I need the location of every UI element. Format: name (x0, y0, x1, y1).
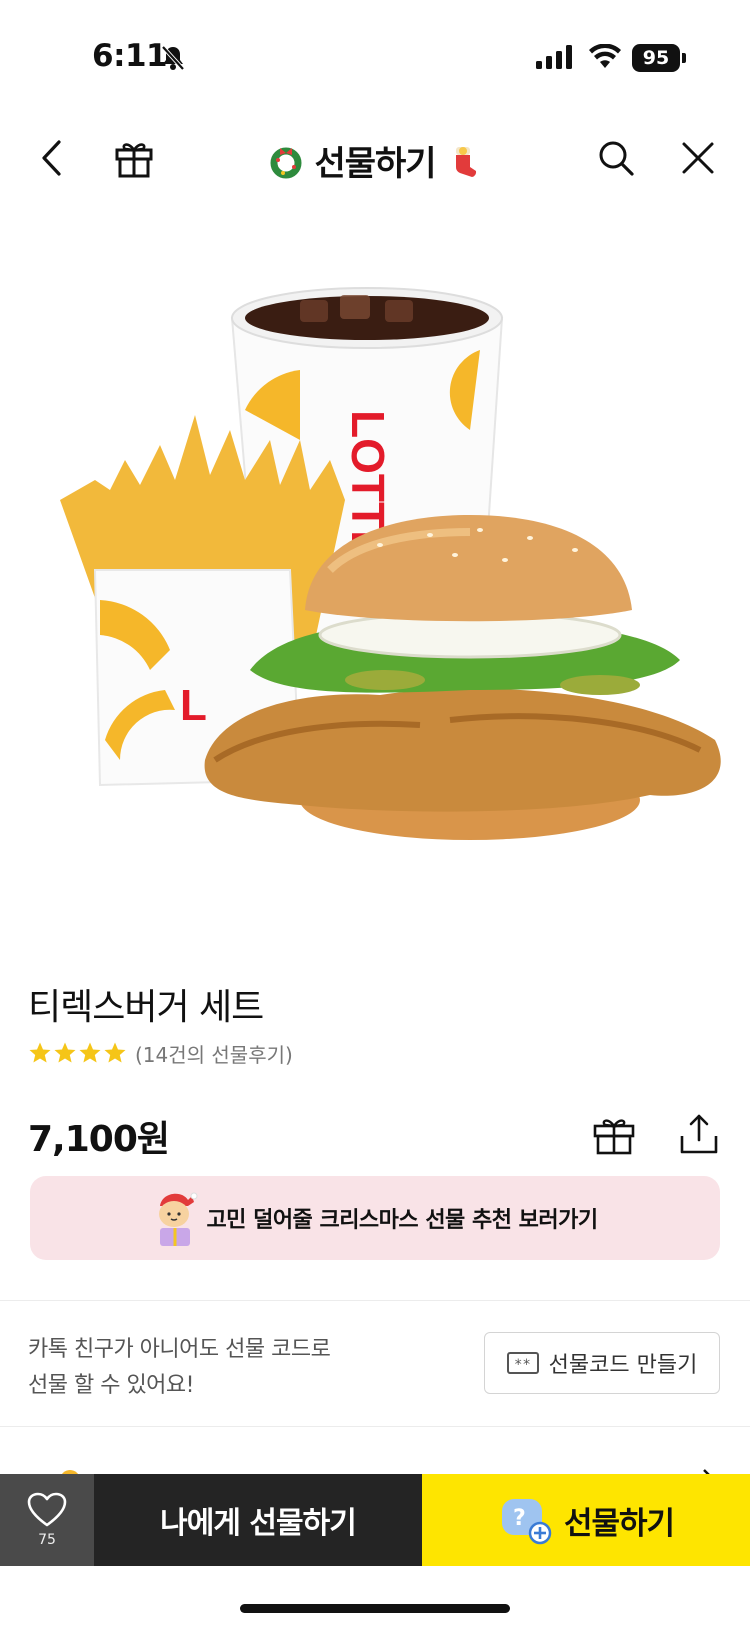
santa-character-icon (159, 1192, 198, 1246)
gift-to-self-button[interactable]: 나에게 선물하기 (94, 1474, 422, 1566)
status-time: 6:11 (92, 38, 168, 74)
wishlist-count: 75 (38, 1532, 56, 1548)
battery-nub (682, 53, 686, 63)
status-bar: 6:11 95 (0, 0, 750, 110)
close-icon (682, 142, 714, 174)
gift-wrap-button[interactable] (592, 1112, 636, 1160)
home-indicator[interactable] (240, 1604, 510, 1613)
section-divider (0, 1426, 750, 1427)
close-button[interactable] (672, 132, 724, 184)
star-icon (79, 1042, 101, 1063)
gift-icon (593, 1119, 635, 1155)
create-gift-code-button[interactable]: ** 선물코드 만들기 (484, 1332, 720, 1394)
rating-stars (28, 1041, 127, 1065)
battery-indicator: 95 (632, 44, 680, 72)
send-gift-label: 선물하기 (563, 1505, 675, 1542)
page-title-text: 선물하기 (314, 144, 436, 184)
star-icon (104, 1042, 126, 1063)
promo-banner-text: 고민 덜어줄 크리스마스 선물 추천 보러가기 (206, 1208, 598, 1233)
wifi-icon (589, 44, 621, 68)
create-gift-code-label: 선물코드 만들기 (548, 1353, 698, 1378)
svg-text:L: L (180, 681, 207, 730)
section-divider (0, 1300, 750, 1301)
product-name: 티렉스버거 세트 (28, 987, 264, 1028)
review-count[interactable]: (14건의 선물후기) (135, 1039, 293, 1068)
burger-set-illustration: LOTTE L (60, 287, 721, 840)
bell-muted-icon (161, 45, 185, 71)
cellular-signal-icon (536, 45, 572, 69)
product-price: 7,100원 (28, 1119, 170, 1160)
wreath-icon (270, 147, 302, 178)
svg-text:**: ** (514, 1357, 531, 1373)
send-gift-button[interactable]: ? 선물하기 (422, 1474, 750, 1566)
share-icon (680, 1114, 718, 1154)
christmas-stocking-icon (456, 146, 477, 177)
star-icon (54, 1042, 76, 1063)
wishlist-button[interactable]: 75 (0, 1474, 94, 1566)
bottom-action-bar: 75 나에게 선물하기 ? 선물하기 (0, 1474, 750, 1566)
heart-icon (27, 1492, 67, 1527)
svg-text:?: ? (513, 1506, 525, 1531)
code-card-icon: ** (506, 1352, 539, 1374)
gift-code-line-1: 카톡 친구가 아니어도 선물 코드로 (28, 1337, 331, 1362)
star-icon (29, 1042, 51, 1063)
header: 선물하기 (0, 110, 750, 210)
gift-code-description: 카톡 친구가 아니어도 선물 코드로 선물 할 수 있어요! (28, 1332, 331, 1404)
product-image: LOTTE L (0, 240, 750, 920)
share-button[interactable] (678, 1112, 720, 1160)
search-icon (599, 141, 634, 176)
christmas-promo-banner[interactable]: 고민 덜어줄 크리스마스 선물 추천 보러가기 (30, 1176, 720, 1260)
search-button[interactable] (590, 132, 642, 184)
gift-friend-icon: ? (501, 1499, 552, 1545)
gift-code-line-2: 선물 할 수 있어요! (28, 1373, 194, 1398)
rating-row[interactable]: (14건의 선물후기) (28, 1038, 293, 1068)
